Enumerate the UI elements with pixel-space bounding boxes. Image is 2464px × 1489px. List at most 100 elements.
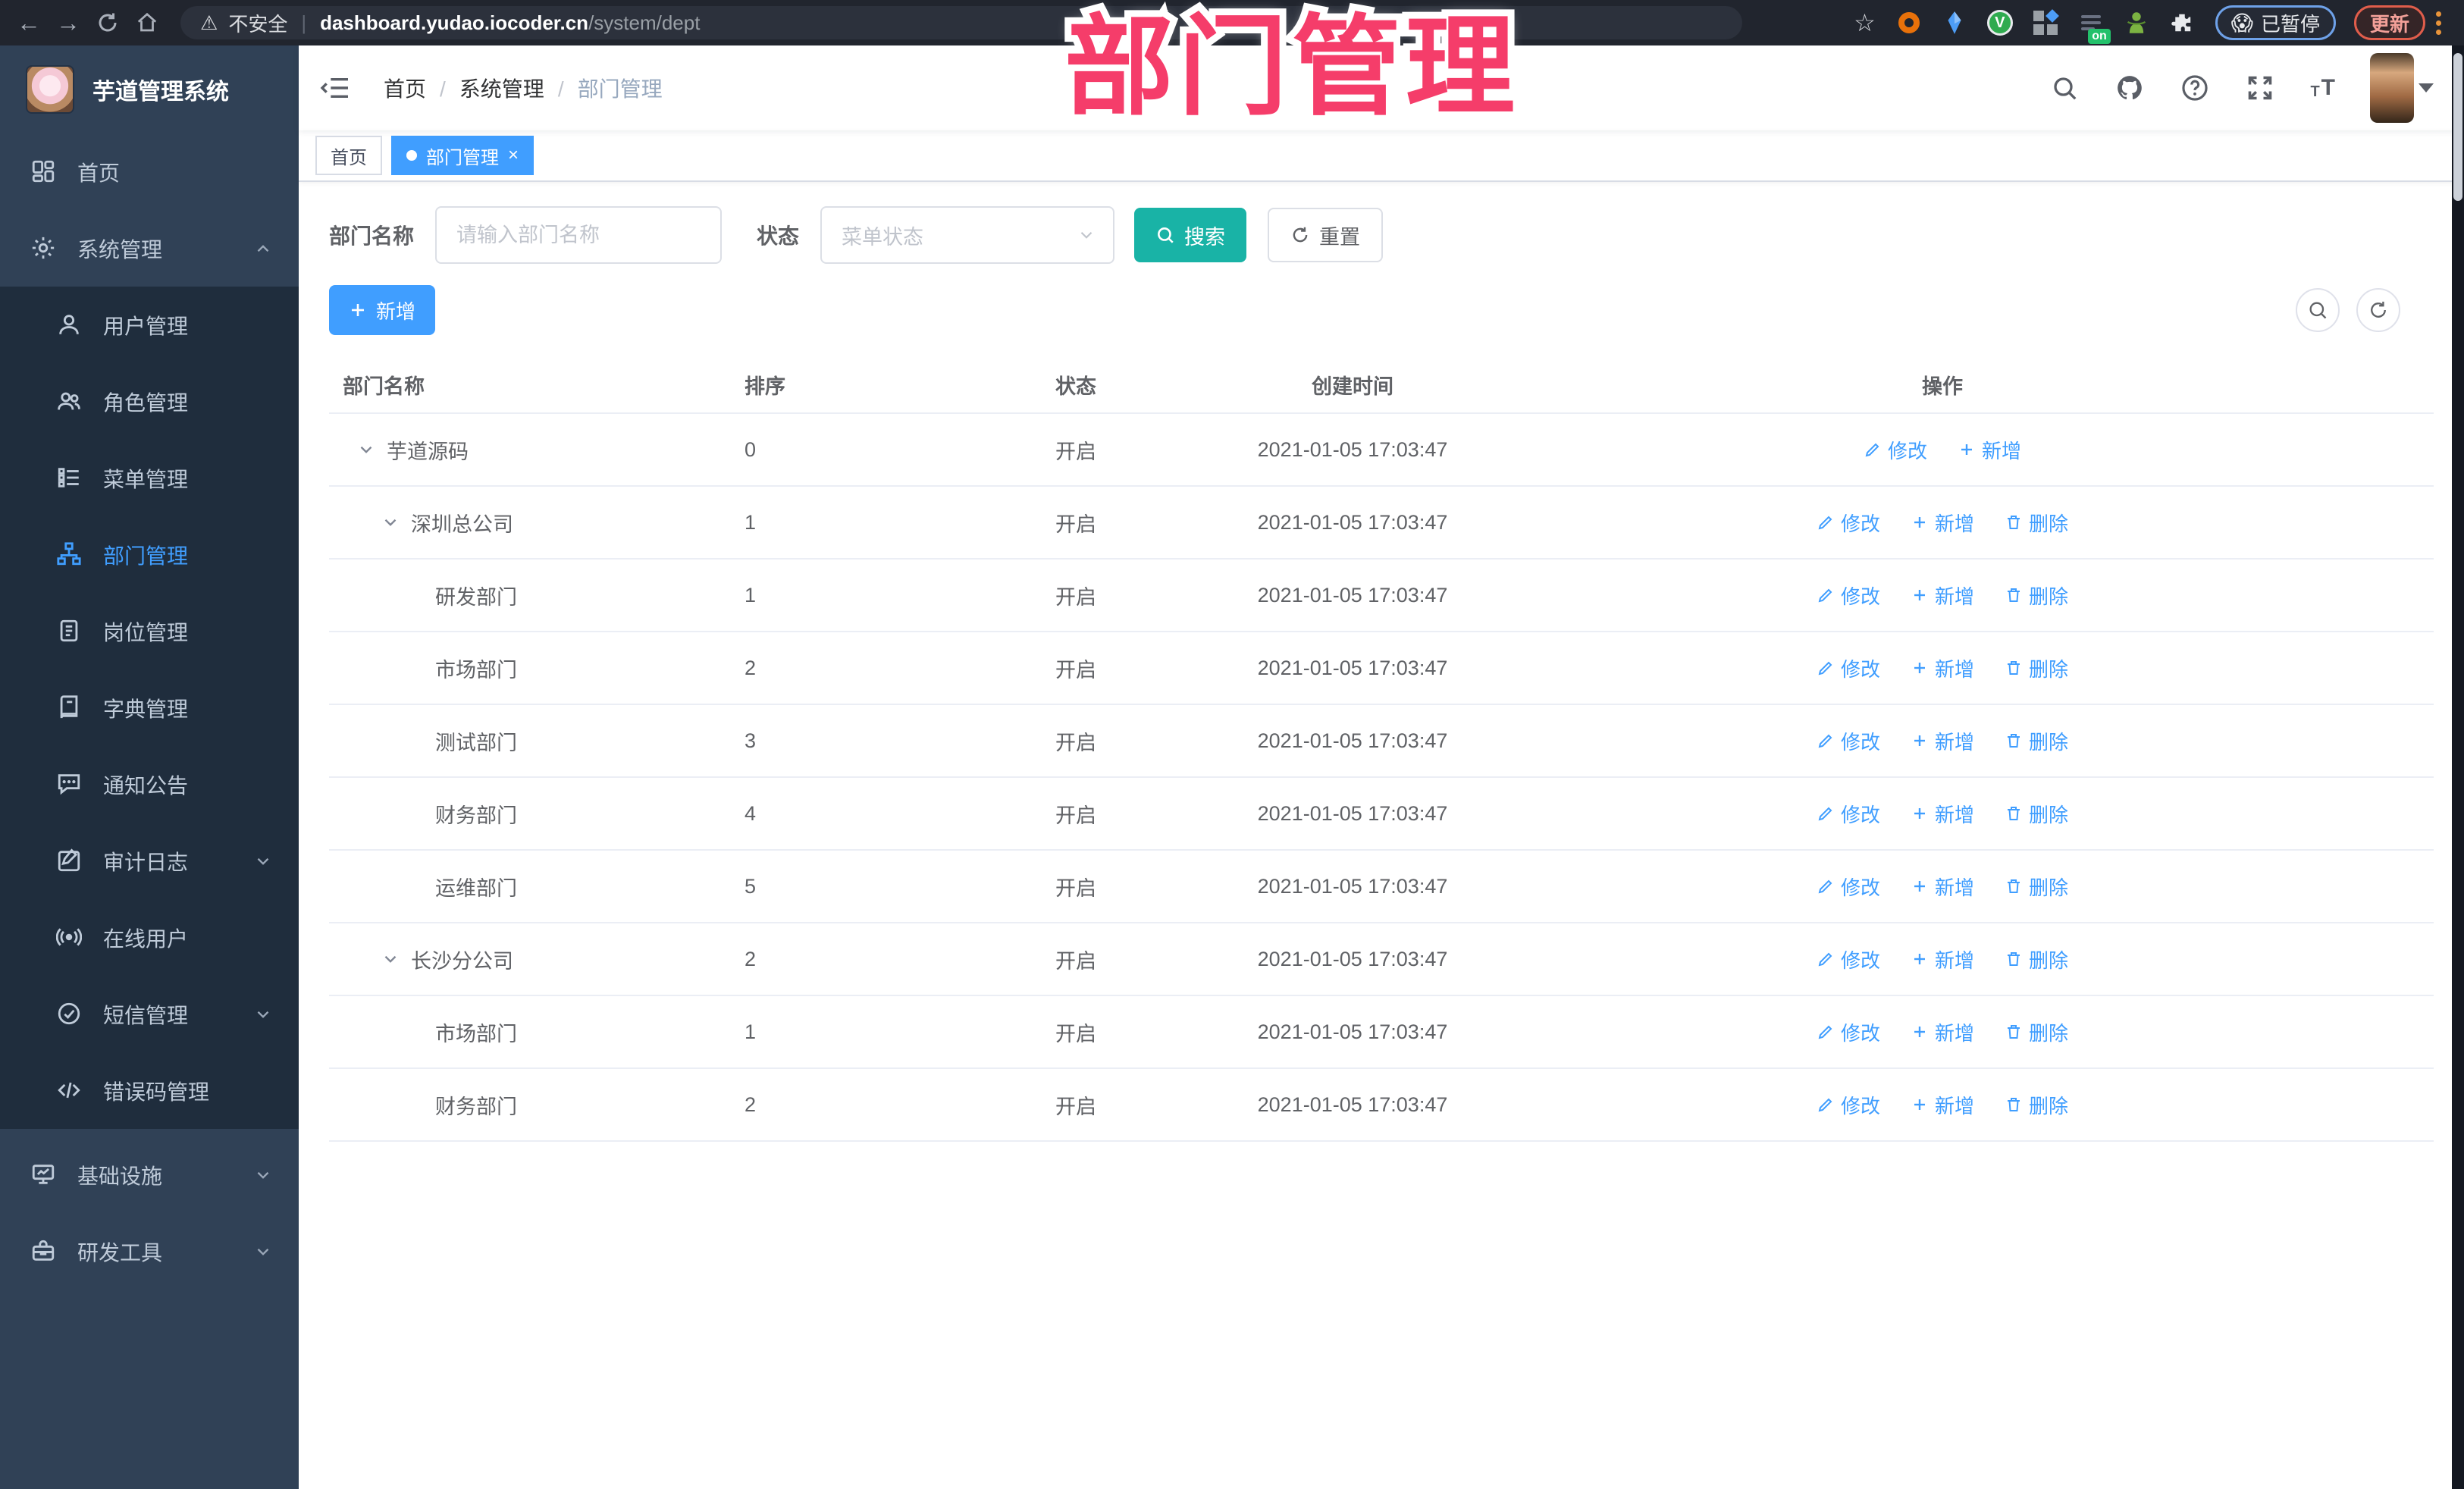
dept-sort: 4 [745,801,757,825]
add-child-link[interactable]: 新增 [1911,654,1974,682]
reload-icon[interactable] [91,6,124,39]
forward-icon[interactable]: → [52,6,85,39]
extension-v-icon[interactable]: V [1986,9,2014,36]
sidebar-item-system[interactable]: 系统管理 [0,210,299,287]
sidebar-item-audit-log[interactable]: 审计日志 [0,823,299,899]
add-child-link[interactable]: 新增 [1911,873,1974,901]
delete-link[interactable]: 删除 [2005,509,2068,537]
dept-name: 财务部门 [435,804,517,827]
edit-link[interactable]: 修改 [1864,436,1927,464]
edit-link[interactable]: 修改 [1817,1018,1880,1046]
extension-orange-icon[interactable] [1895,9,1923,36]
bookmark-star-icon[interactable]: ☆ [1854,8,1876,37]
breadcrumb-home[interactable]: 首页 [384,73,426,103]
add-child-link[interactable]: 新增 [1911,509,1974,537]
sidebar-item-error-code-mgmt[interactable]: 错误码管理 [0,1052,299,1129]
font-size-icon[interactable]: TT [2310,75,2335,101]
table-row: 财务部门 2 开启 2021-01-05 17:03:47 修改 新增 删除 [329,1069,2434,1142]
refresh-table-button[interactable] [2356,288,2400,332]
delete-link[interactable]: 删除 [2005,800,2068,828]
tab-home[interactable]: 首页 [315,136,382,175]
dept-name-input[interactable] [435,206,723,264]
github-icon[interactable] [2114,73,2145,103]
user-menu[interactable] [2370,53,2434,123]
add-child-link[interactable]: 新增 [1911,800,1974,828]
sidebar-item-infrastructure[interactable]: 基础设施 [0,1136,299,1213]
dept-create-time: 2021-01-05 17:03:47 [1257,874,1448,898]
sidebar-item-notice[interactable]: 通知公告 [0,746,299,823]
dept-status: 开启 [1055,658,1096,682]
header-actions: 操作 [1922,375,1963,398]
app-logo[interactable]: 芋道管理系统 [0,45,299,133]
sidebar-item-online-users[interactable]: 在线用户 [0,899,299,976]
delete-link[interactable]: 删除 [2005,1091,2068,1119]
header-create-time: 创建时间 [1312,375,1393,398]
status-label: 状态 [757,224,800,248]
sidebar-item-role-mgmt[interactable]: 角色管理 [0,363,299,440]
edit-link[interactable]: 修改 [1817,1091,1880,1119]
back-icon[interactable]: ← [12,6,45,39]
dept-name: 市场部门 [435,1022,517,1045]
add-child-link[interactable]: 新增 [1911,1018,1974,1046]
edit-link[interactable]: 修改 [1817,509,1880,537]
add-child-link[interactable]: 新增 [1911,727,1974,755]
edit-link[interactable]: 修改 [1817,654,1880,682]
close-icon[interactable]: × [508,146,519,165]
dept-sort: 0 [745,437,757,461]
edit-link[interactable]: 修改 [1817,873,1880,901]
edit-link[interactable]: 修改 [1817,945,1880,973]
expand-arrow-icon[interactable] [381,948,411,970]
sidebar-item-home[interactable]: 首页 [0,133,299,210]
sidebar-item-menu-mgmt[interactable]: 菜单管理 [0,440,299,516]
expand-arrow-icon[interactable] [381,512,411,533]
browser-menu-icon[interactable] [2436,11,2441,35]
add-child-link[interactable]: 新增 [1911,945,1974,973]
reset-button[interactable]: 重置 [1268,208,1384,262]
sms-icon [56,1001,83,1028]
search-button[interactable]: 搜索 [1134,208,1247,262]
add-child-link[interactable]: 新增 [1911,1091,1974,1119]
home-icon[interactable] [130,6,164,39]
add-child-link[interactable]: 新增 [1958,436,2021,464]
profile-paused-button[interactable]: 😱 已暂停 [2215,5,2336,40]
expand-arrow-icon[interactable] [356,439,387,460]
sidebar-toggle-icon[interactable] [299,45,371,130]
sidebar-item-post-mgmt[interactable]: 岗位管理 [0,593,299,669]
delete-link[interactable]: 删除 [2005,727,2068,755]
header-search-icon[interactable] [2049,73,2080,103]
sidebar-item-dept-mgmt[interactable]: 部门管理 [0,516,299,593]
delete-link[interactable]: 删除 [2005,654,2068,682]
add-button[interactable]: 新增 [329,285,436,335]
extension-onoff-icon[interactable]: on [2077,9,2111,44]
delete-link[interactable]: 删除 [2005,873,2068,901]
window-scrollbar[interactable] [2452,45,2464,1489]
sidebar-item-label: 岗位管理 [103,620,189,644]
help-icon[interactable] [2180,73,2210,103]
extension-grid-icon[interactable] [2032,9,2059,36]
tab-dept-mgmt[interactable]: 部门管理 × [391,136,534,175]
fullscreen-icon[interactable] [2245,73,2275,103]
extension-puzzle-icon[interactable] [2168,9,2196,36]
sidebar-item-dict-mgmt[interactable]: 字典管理 [0,669,299,746]
breadcrumb: 首页 系统管理 部门管理 [384,73,663,103]
add-child-link[interactable]: 新增 [1911,581,1974,610]
edit-link[interactable]: 修改 [1817,727,1880,755]
log-icon [56,848,83,875]
delete-link[interactable]: 删除 [2005,1018,2068,1046]
sidebar-item-dev-tools[interactable]: 研发工具 [0,1213,299,1290]
toggle-search-button[interactable] [2296,288,2340,332]
delete-link[interactable]: 删除 [2005,581,2068,610]
delete-link[interactable]: 删除 [2005,945,2068,973]
edit-link[interactable]: 修改 [1817,800,1880,828]
edit-link[interactable]: 修改 [1817,581,1880,610]
address-bar[interactable]: ⚠ 不安全 | dashboard.yudao.iocoder.cn/syste… [180,6,1742,39]
extension-spy-icon[interactable] [2123,9,2150,36]
scrollbar-thumb[interactable] [2453,53,2462,201]
header-dept-name: 部门名称 [343,375,425,398]
sidebar-item-user-mgmt[interactable]: 用户管理 [0,287,299,363]
status-select[interactable]: 菜单状态 [820,206,1115,264]
browser-update-button[interactable]: 更新 [2353,5,2425,40]
breadcrumb-system[interactable]: 系统管理 [426,73,544,103]
extension-pin-icon[interactable] [1941,9,1968,36]
sidebar-item-sms-mgmt[interactable]: 短信管理 [0,976,299,1052]
